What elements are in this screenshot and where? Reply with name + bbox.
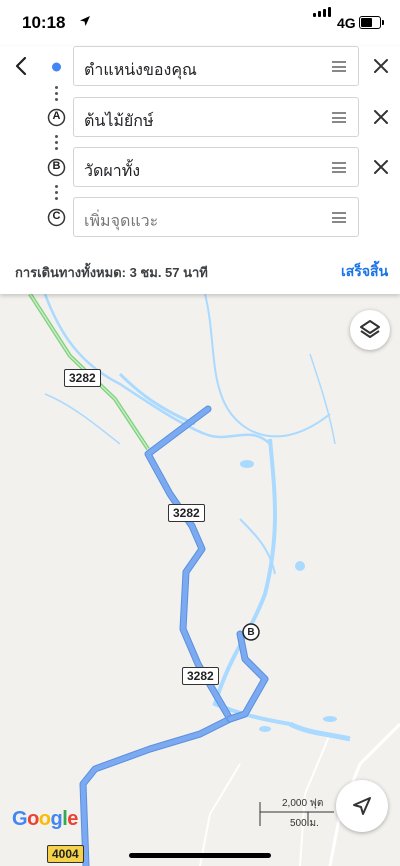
directions-panel: ตำแหน่งของคุณ A ต้นไม้ยักษ์ B วัดผาทั้ง: [0, 46, 400, 294]
done-button[interactable]: เสร็จสิ้น: [341, 261, 388, 283]
scale-imperial: 2,000 ฟุต: [282, 798, 324, 809]
origin-field[interactable]: ตำแหน่งของคุณ: [73, 46, 359, 86]
stop-b-label: วัดผาทั้ง: [84, 163, 141, 180]
stop-marker-a-letter: A: [52, 110, 61, 122]
remove-origin-icon[interactable]: [372, 57, 390, 75]
origin-label: ตำแหน่งของคุณ: [84, 62, 197, 79]
home-indicator: [129, 853, 271, 858]
drag-handle-icon[interactable]: [332, 112, 346, 123]
drag-handle-icon[interactable]: [332, 61, 346, 72]
remove-stop-b-icon[interactable]: [372, 158, 390, 176]
stop-a-field[interactable]: ต้นไม้ยักษ์: [73, 97, 359, 137]
network-type: 4G: [337, 15, 356, 31]
stop-marker-b-letter: B: [52, 160, 61, 172]
stop-row-a: A ต้นไม้ยักษ์: [0, 97, 400, 139]
total-travel-time: การเดินทางทั้งหมด: 3 ชม. 57 นาที: [15, 265, 208, 280]
road-label-3282: 3282: [182, 667, 219, 685]
stop-marker-c-letter: C: [52, 210, 61, 222]
add-stop-field[interactable]: เพิ่มจุดแวะ: [73, 197, 359, 237]
origin-row: ตำแหน่งของคุณ: [0, 46, 400, 88]
scale-metric: 500 ม.: [290, 818, 319, 829]
status-time: 10:18: [22, 13, 66, 32]
location-arrow-icon: [80, 16, 90, 26]
navigation-arrow-icon: [353, 797, 371, 815]
destination-marker-b-letter: B: [247, 627, 255, 638]
map-scale: 2,000 ฟุต 500 ม.: [258, 796, 336, 829]
stop-b-field[interactable]: วัดผาทั้ง: [73, 147, 359, 187]
google-logo: Google: [12, 808, 78, 830]
map-layers-button[interactable]: [350, 310, 390, 350]
add-stop-row: C เพิ่มจุดแวะ: [0, 197, 400, 239]
layers-icon: [360, 320, 380, 338]
stop-row-b: B วัดผาทั้ง: [0, 147, 400, 189]
battery-icon: [359, 16, 381, 29]
remove-stop-a-icon[interactable]: [372, 108, 390, 126]
add-stop-placeholder: เพิ่มจุดแวะ: [84, 213, 159, 230]
current-location-icon: [50, 61, 63, 73]
road-label-3282: 3282: [168, 504, 205, 522]
road-label-3282: 3282: [64, 369, 101, 387]
drag-handle-icon[interactable]: [332, 212, 346, 223]
recenter-button[interactable]: [336, 780, 388, 832]
status-bar: 10:18 4G: [0, 0, 400, 46]
drag-handle-icon[interactable]: [332, 162, 346, 173]
stop-a-label: ต้นไม้ยักษ์: [84, 113, 154, 130]
road-label-4004: 4004: [47, 845, 84, 863]
